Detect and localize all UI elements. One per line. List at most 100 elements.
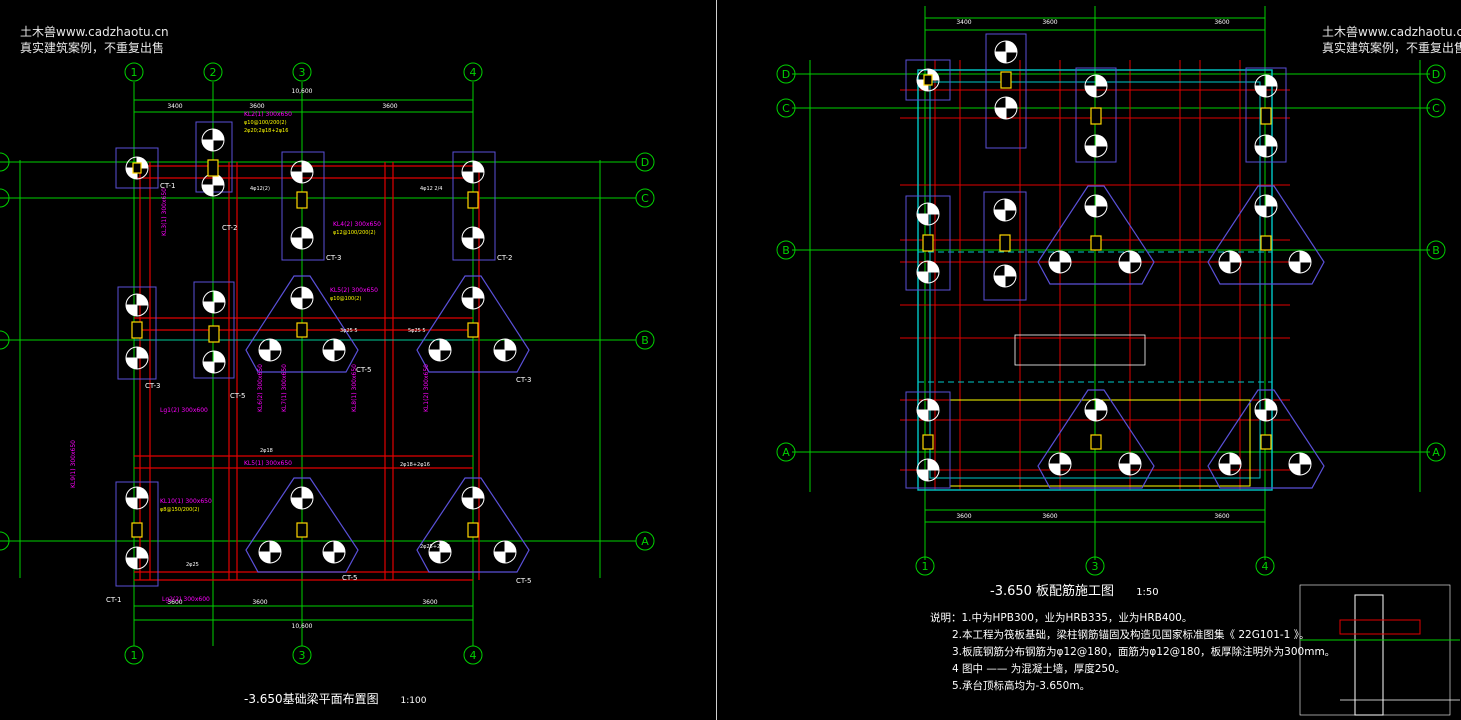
slab-opening xyxy=(1014,334,1146,366)
pile-quadrant xyxy=(203,302,214,313)
axis-bubble-right-text: A xyxy=(1432,446,1440,459)
column xyxy=(296,322,308,338)
axis-bubble-top-text: 4 xyxy=(470,66,477,79)
dim-text: 3600 xyxy=(1214,19,1229,26)
pile-quadrant xyxy=(1255,86,1266,97)
beam-rebar-mark: 2φ25+2φ20 xyxy=(420,544,450,550)
column xyxy=(922,234,934,252)
pile-quadrant xyxy=(137,294,148,305)
beam-label: KL6(2) 300x650 xyxy=(257,364,264,412)
pile-cap-label: CT-3 xyxy=(145,382,161,390)
pile-cap-label: CT-2 xyxy=(497,254,513,262)
pile-quadrant xyxy=(1266,75,1277,86)
section-slab xyxy=(1339,619,1421,635)
beam-label: KL7(1) 300x650 xyxy=(281,364,288,412)
watermark-line1: 土木兽www.cadzhaotu.cn xyxy=(1322,25,1461,39)
axis-bubble-bottom-text: 1 xyxy=(922,560,929,573)
pile-quadrant xyxy=(323,552,334,563)
pile-quadrant xyxy=(334,541,345,552)
section-wall xyxy=(1354,594,1384,716)
pile-quadrant xyxy=(323,350,334,361)
pile-quadrant xyxy=(202,140,213,151)
beam-rebar-note: φ12@100/200(2) xyxy=(333,230,376,236)
axis-bubble-bottom-text: 4 xyxy=(1262,560,1269,573)
column xyxy=(1260,434,1272,450)
pile-quadrant xyxy=(1130,251,1141,262)
beam-rebar-mark: 4φ12(2) xyxy=(250,186,270,192)
pile-quadrant xyxy=(462,498,473,509)
pile-quadrant xyxy=(473,227,484,238)
pile-quadrant xyxy=(126,305,137,316)
pile-quadrant xyxy=(1096,135,1107,146)
beam-rebar-mark: 5φ25 5 xyxy=(408,328,426,334)
pile-quadrant xyxy=(473,287,484,298)
pile-quadrant xyxy=(1085,410,1096,421)
beam-rebar-mark: 2φ18 xyxy=(260,448,273,454)
pile-quadrant xyxy=(462,238,473,249)
pile-quadrant xyxy=(928,459,939,470)
note-line: 5.承台顶标高均为-3.650m。 xyxy=(952,680,1091,692)
sheet-divider xyxy=(716,0,717,720)
note-line: 说明：1.中为HPB300，业为HRB335，业为HRB400。 xyxy=(930,612,1193,624)
watermark-line2: 真实建筑案例，不重复出售 xyxy=(20,41,165,55)
column xyxy=(131,522,143,538)
pile-quadrant xyxy=(1219,464,1230,475)
pile-quadrant xyxy=(1085,86,1096,97)
pile-quadrant xyxy=(302,487,313,498)
pile-quadrant xyxy=(1266,399,1277,410)
beam-rebar-note: 2φ20;2φ18+2φ16 xyxy=(244,128,288,134)
pile-quadrant xyxy=(137,487,148,498)
beam-label: KL3(1) 300x650 xyxy=(161,188,168,236)
pile-quadrant xyxy=(429,552,440,563)
pile-cap-label: CT-1 xyxy=(106,596,122,604)
axis-bubble-right-text: C xyxy=(641,192,649,205)
column xyxy=(923,74,933,86)
pile-quadrant xyxy=(1049,262,1060,273)
axis-bubble-top-text: 1 xyxy=(131,66,138,79)
pile-quadrant xyxy=(1230,453,1241,464)
beam-label: KL9(1) 300x650 xyxy=(70,440,77,488)
pile-quadrant xyxy=(1085,206,1096,217)
watermark-left: 土木兽www.cadzhaotu.cn 真实建筑案例，不重复出售 xyxy=(20,24,169,56)
pile-quadrant xyxy=(494,350,505,361)
axis-bubble-right-text: B xyxy=(1432,244,1440,257)
beam-rebar-note: φ8@150/200(2) xyxy=(160,507,199,513)
pile-quadrant xyxy=(213,129,224,140)
dim-text: 10,600 xyxy=(292,623,313,630)
pile-quadrant xyxy=(214,291,225,302)
pile-quadrant xyxy=(1096,399,1107,410)
axis-bubble-left-text: B xyxy=(782,244,790,257)
column xyxy=(467,191,479,209)
beam-rebar-note: φ10@100(2) xyxy=(330,296,361,302)
column xyxy=(208,325,220,343)
beam-label: KL2(1) 300x650 xyxy=(244,111,292,118)
axis-bubble-left-text: A xyxy=(782,446,790,459)
column xyxy=(467,322,479,338)
axis-bubble-left-text: C xyxy=(782,102,790,115)
axis-bubble-right-text: C xyxy=(1432,102,1440,115)
pile-cap-label: CT-5 xyxy=(342,574,358,582)
column xyxy=(467,522,479,538)
column xyxy=(296,522,308,538)
dim-text: 10,600 xyxy=(292,88,313,95)
pile-quadrant xyxy=(1096,75,1107,86)
right-plan-title: -3.650 板配筋施工图 xyxy=(990,584,1115,599)
pile-quadrant xyxy=(1266,135,1277,146)
column xyxy=(1000,71,1012,89)
pile-quadrant xyxy=(1219,262,1230,273)
pile-quadrant xyxy=(505,541,516,552)
beam-rebar-mark: 4φ12 2/4 xyxy=(420,186,442,192)
beam-label: KL1(2) 300x650 xyxy=(423,364,430,412)
pile-quadrant xyxy=(440,339,451,350)
note-line: 2.本工程为筏板基础，梁柱钢筋锚固及构造见国家标准图集《 22G101-1 》。 xyxy=(952,629,1310,641)
beam-rebar-note: φ10@100/200(2) xyxy=(244,120,287,126)
note-line: 4 图中 —— 为混凝土墙，厚度250。 xyxy=(952,663,1126,675)
pile-quadrant xyxy=(995,108,1006,119)
pile-quadrant xyxy=(1005,199,1016,210)
axis-bubble-bottom-text: 4 xyxy=(470,649,477,662)
pile-quadrant xyxy=(995,52,1006,63)
pile-quadrant xyxy=(1300,453,1311,464)
pile-quadrant xyxy=(1289,262,1300,273)
pile-quadrant xyxy=(1006,41,1017,52)
pile-quadrant xyxy=(928,399,939,410)
